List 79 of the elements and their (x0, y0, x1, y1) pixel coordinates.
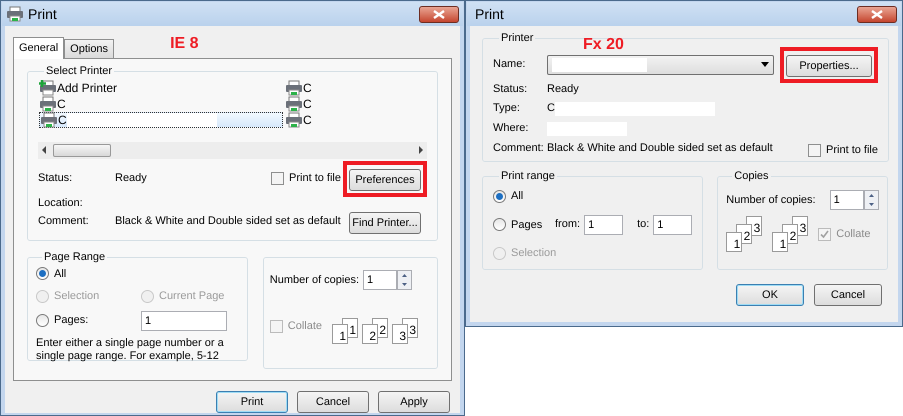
push-button[interactable]: Apply (378, 391, 450, 413)
group-title: Page Range (43, 250, 106, 265)
field-label: Status: (493, 82, 528, 96)
field-label: Comment: (493, 142, 545, 155)
printer-icon (6, 6, 24, 22)
annotation-label: Fx 20 (583, 34, 624, 54)
field-label: Comment: (38, 215, 90, 228)
printer-dropdown[interactable] (547, 54, 774, 75)
field-label: Type: (493, 102, 521, 116)
page-sheet: 3 (392, 324, 408, 344)
field-label: Location: (38, 196, 84, 210)
to-field[interactable]: 1 (653, 214, 692, 235)
scrollbar-thumb[interactable] (53, 144, 111, 156)
push-button[interactable]: OK (736, 284, 804, 306)
close-button[interactable] (857, 6, 897, 22)
page-sheet: 2 (362, 324, 378, 344)
hint-text: Enter either a single page number or a single page range. For example, 5-12 (36, 336, 225, 362)
field-label: Number of copies: (270, 274, 360, 286)
radio-option[interactable]: Pages: (36, 312, 141, 329)
field-label: Number of copies: (726, 194, 816, 207)
checkmark-icon (820, 230, 830, 239)
pages-field[interactable]: 1 (141, 310, 227, 330)
printer-item[interactable]: C (285, 112, 312, 128)
push-button[interactable]: Preferences (349, 168, 421, 191)
right-arrow-icon[interactable] (418, 146, 424, 154)
group-title: Copies (733, 168, 770, 184)
close-icon (433, 10, 445, 18)
copies-field[interactable]: 1 (363, 270, 398, 290)
printer-item[interactable]: C (39, 112, 283, 128)
printer-icon (285, 80, 303, 96)
printer-item[interactable]: C (285, 80, 312, 96)
field-value: Ready (115, 172, 147, 186)
spin-buttons[interactable] (864, 190, 879, 210)
printer-icon (285, 96, 303, 112)
checkbox[interactable]: Print to file (808, 142, 878, 159)
printer-icon (39, 96, 57, 112)
spin-buttons[interactable] (397, 270, 412, 290)
dropdown-arrow-icon (761, 62, 769, 68)
push-button[interactable]: Properties... (786, 54, 872, 77)
push-button[interactable]: Cancel (297, 391, 369, 413)
from-field[interactable]: 1 (584, 214, 624, 235)
checkbox[interactable]: Print to file (271, 170, 341, 187)
radio-option[interactable]: Pages (493, 216, 551, 233)
push-button[interactable]: Print (216, 391, 288, 413)
field-label: Name: (493, 58, 526, 72)
close-icon (871, 10, 883, 18)
page-sheet: 1 (772, 232, 788, 252)
window-title: Print (28, 4, 57, 24)
field-value: C (547, 102, 555, 116)
page-sheet: 1 (726, 232, 742, 252)
group-title: Printer (500, 31, 534, 46)
push-button[interactable]: Cancel (814, 284, 882, 306)
printer-item[interactable]: Add Printer (39, 80, 285, 96)
tab[interactable]: General (13, 37, 64, 59)
field-label: from: (555, 218, 580, 232)
radio-option[interactable]: All (493, 188, 692, 205)
add-printer-icon (39, 80, 57, 96)
printer-icon (40, 112, 58, 128)
field-label: Status: (38, 172, 74, 186)
group-title: Print range (500, 168, 556, 184)
radio-option[interactable]: All (36, 266, 239, 282)
copies-field[interactable]: 1 (830, 190, 864, 210)
field-label: Where: (493, 122, 530, 136)
printer-icon (285, 112, 303, 128)
push-button[interactable]: Find Printer... (349, 212, 421, 234)
printer-item[interactable]: C (285, 96, 312, 112)
field-value: Black & White and Double sided set as default (115, 215, 341, 228)
window-title: Print (475, 4, 504, 24)
printer-item[interactable]: C (39, 96, 285, 112)
annotation-label: IE 8 (170, 34, 199, 54)
horizontal-scrollbar[interactable] (38, 142, 427, 158)
field-value: Black & White and Double sided set as default (547, 142, 773, 155)
field-value: Ready (547, 82, 579, 96)
close-button[interactable] (419, 6, 459, 22)
field-label: to: (637, 218, 650, 232)
page-sheet: 1 (332, 324, 348, 344)
tab[interactable]: Options (64, 39, 114, 58)
group-title: Select Printer (45, 64, 114, 79)
left-arrow-icon[interactable] (41, 146, 47, 154)
